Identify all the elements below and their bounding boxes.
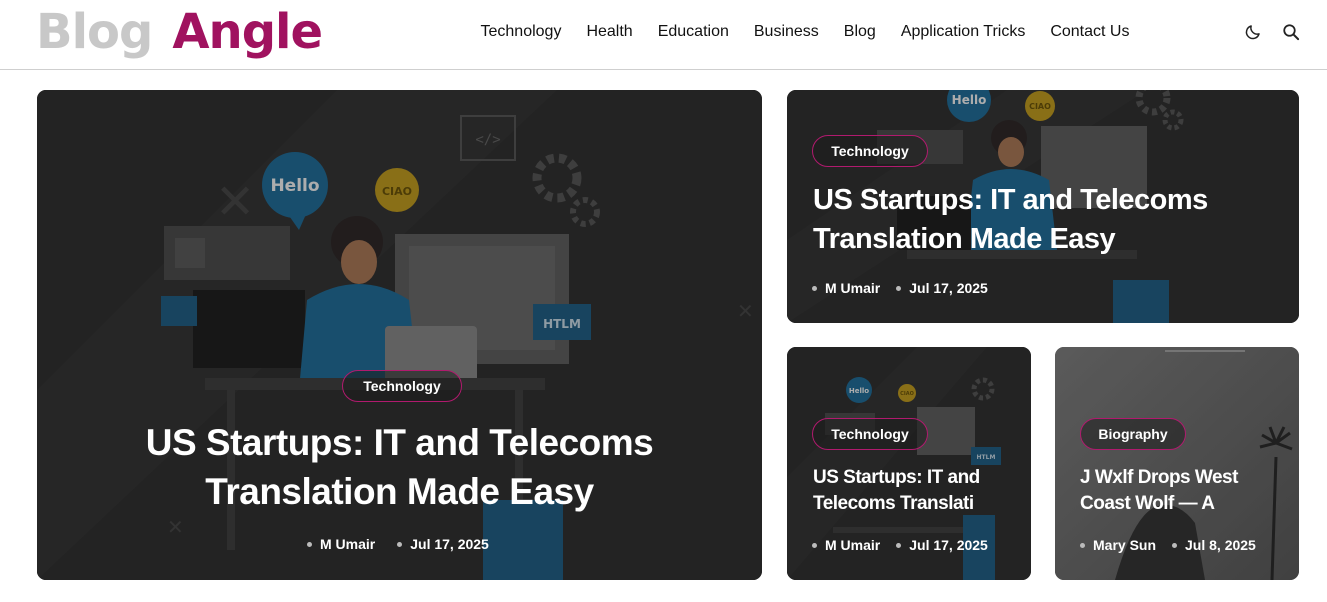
category-badge[interactable]: Technology [812, 418, 928, 450]
post-date: Jul 17, 2025 [909, 537, 988, 553]
post-title[interactable]: US Startups: IT and Telecoms Translation… [67, 418, 732, 516]
post-title[interactable]: J Wxlf Drops West Coast Wolf — A [1080, 465, 1280, 517]
nav-item-application-tricks[interactable]: Application Tricks [888, 23, 1038, 41]
post-author[interactable]: Mary Sun [1093, 537, 1156, 553]
post-author[interactable]: M Umair [320, 536, 375, 552]
logo-word-blog: Blog [36, 4, 153, 60]
post-date: Jul 8, 2025 [1185, 537, 1256, 553]
post-meta: M Umair Jul 17, 2025 [812, 537, 988, 553]
post-card[interactable]: Hello CIAO HTLM Technology US Startups: … [787, 347, 1031, 580]
nav-item-education[interactable]: Education [645, 23, 741, 41]
post-meta: M Umair Jul 17, 2025 [812, 280, 988, 296]
post-title[interactable]: US Startups: IT and Telecoms Translation… [813, 181, 1273, 259]
nav-item-business[interactable]: Business [741, 23, 831, 41]
site-header: Blog Angle Technology Health Education B… [0, 0, 1327, 70]
post-card[interactable]: Biography J Wxlf Drops West Coast Wolf —… [1055, 347, 1299, 580]
category-badge[interactable]: Technology [342, 370, 462, 402]
post-card[interactable]: Hello CIAO Technology US Startups: IT an… [787, 90, 1299, 323]
logo-word-angle: Angle [172, 4, 323, 60]
search-icon[interactable] [1280, 21, 1302, 43]
post-author[interactable]: M Umair [825, 280, 880, 296]
featured-post-card[interactable]: </> ✕ Hello CIAO HTLM ✕ ✕ Technology US … [37, 90, 762, 580]
post-title[interactable]: US Startups: IT and Telecoms Translati [813, 465, 1013, 517]
nav-item-technology[interactable]: Technology [468, 23, 574, 41]
post-author[interactable]: M Umair [825, 537, 880, 553]
category-badge[interactable]: Technology [812, 135, 928, 167]
post-meta: Mary Sun Jul 8, 2025 [1080, 537, 1256, 553]
post-date: Jul 17, 2025 [410, 536, 489, 552]
category-badge[interactable]: Biography [1080, 418, 1186, 450]
nav-item-contact-us[interactable]: Contact Us [1038, 23, 1142, 41]
main-nav: Technology Health Education Business Blo… [468, 0, 1142, 64]
moon-icon[interactable] [1242, 21, 1264, 43]
site-logo[interactable]: Blog Angle [36, 2, 323, 62]
nav-item-blog[interactable]: Blog [831, 23, 888, 41]
post-meta: M Umair Jul 17, 2025 [307, 536, 489, 552]
post-date: Jul 17, 2025 [909, 280, 988, 296]
nav-item-health[interactable]: Health [574, 23, 645, 41]
